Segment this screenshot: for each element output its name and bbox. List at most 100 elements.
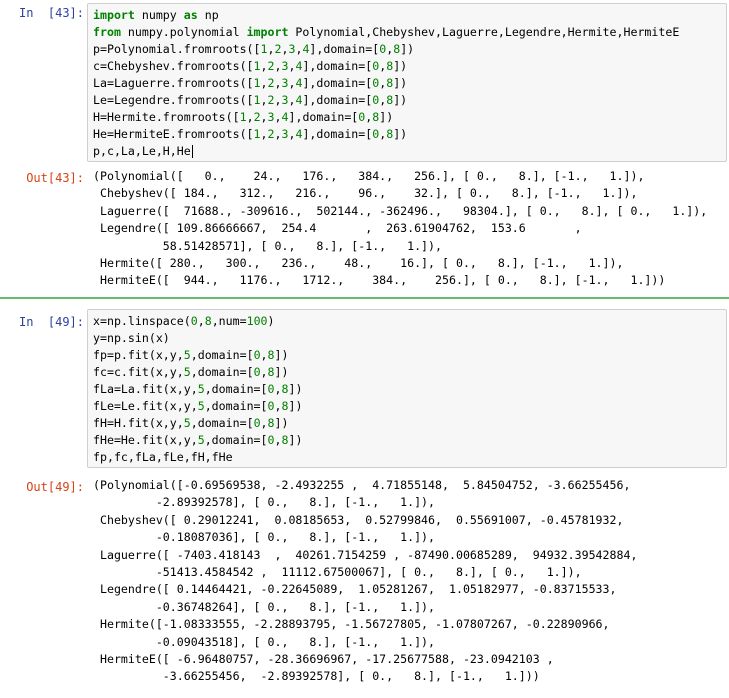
text-cursor bbox=[191, 145, 193, 158]
code-editor[interactable]: x=np.linspace(0,8,num=100) y=np.sin(x) fp=… bbox=[93, 313, 721, 466]
code-token: 1 bbox=[253, 59, 261, 73]
code-token: 1 bbox=[260, 42, 268, 56]
code-token: ]) bbox=[274, 365, 289, 379]
code-token: ,domain=[ bbox=[190, 348, 254, 362]
notebook-cell-43[interactable]: In [43]: import numpy as np from numpy.po… bbox=[0, 0, 729, 295]
code-token: as bbox=[183, 8, 198, 22]
code-input-area[interactable]: import numpy as np from numpy.polynomial … bbox=[87, 3, 727, 162]
code-token: 2 bbox=[267, 76, 275, 90]
code-token: ,domain=[ bbox=[204, 399, 268, 413]
code-token: , bbox=[274, 110, 282, 124]
code-token: 0 bbox=[267, 399, 275, 413]
output-line: HermiteE([ -6.96480757, -28.36696967, -1… bbox=[93, 652, 554, 666]
code-token: 2 bbox=[253, 110, 261, 124]
code-token: ]) bbox=[288, 433, 303, 447]
output-line: -3.66255456, -2.89392578], [ 0., 8.], [-… bbox=[93, 669, 540, 684]
code-token: , bbox=[260, 416, 268, 430]
code-token: , bbox=[260, 365, 268, 379]
code-line[interactable]: from numpy.polynomial import Polynomial,… bbox=[93, 24, 721, 41]
code-editor[interactable]: import numpy as np from numpy.polynomial … bbox=[93, 7, 721, 160]
output-line: HermiteE([ 944., 1176., 1712., 384., 256… bbox=[93, 273, 666, 288]
code-line[interactable]: p=Polynomial.fromroots([1,2,3,4],domain=… bbox=[93, 41, 721, 58]
code-token: fLe=Le.fit(x,y, bbox=[93, 399, 198, 413]
code-line[interactable]: fH=H.fit(x,y,5,domain=[0,8]) bbox=[93, 415, 721, 432]
code-token: , bbox=[260, 93, 268, 107]
code-token: np bbox=[197, 8, 219, 22]
output-line: Hermite([ 280., 300., 236., 48., 16.], [… bbox=[93, 256, 624, 270]
code-token: fp,fc,fLa,fLe,fH,fHe bbox=[93, 450, 233, 464]
output-prompt: Out[49]: bbox=[26, 480, 84, 494]
code-token: ]) bbox=[288, 382, 303, 396]
code-input-area[interactable]: x=np.linspace(0,8,num=100) y=np.sin(x) fp=… bbox=[87, 309, 727, 468]
code-token: 5 bbox=[183, 348, 191, 362]
code-token: 0 bbox=[267, 433, 275, 447]
code-token: ,domain=[ bbox=[204, 433, 268, 447]
code-token: fLa=La.fit(x,y, bbox=[93, 382, 198, 396]
code-token: 8 bbox=[204, 314, 212, 328]
code-token: y=np.sin(x) bbox=[93, 331, 170, 345]
code-token: ]) bbox=[379, 110, 394, 124]
output-line: -0.36748264], [ 0., 8.], [-1., 1.]), bbox=[93, 599, 436, 614]
code-token: 2 bbox=[267, 93, 275, 107]
code-token: ,domain=[ bbox=[190, 416, 254, 430]
input-prompt: In [49]: bbox=[18, 315, 84, 329]
code-token: ]) bbox=[274, 416, 289, 430]
code-token: ) bbox=[267, 314, 275, 328]
notebook-cell-49[interactable]: In [49]: x=np.linspace(0,8,num=100) y=np.… bbox=[0, 300, 729, 698]
code-line[interactable]: fc=c.fit(x,y,5,domain=[0,8]) bbox=[93, 364, 721, 381]
code-token: La=Laguerre.fromroots([ bbox=[93, 76, 254, 90]
code-token: , bbox=[260, 59, 268, 73]
code-token: 1 bbox=[253, 93, 261, 107]
code-token: 8 bbox=[267, 416, 275, 430]
code-token: 1 bbox=[239, 110, 247, 124]
code-token: , bbox=[260, 76, 268, 90]
output-line: (Polynomial([ 0., 24., 176., 384., 256.]… bbox=[93, 169, 645, 183]
code-token: , bbox=[260, 127, 268, 141]
code-token: , bbox=[246, 110, 254, 124]
code-token: ],domain=[ bbox=[288, 110, 359, 124]
code-token: ],domain=[ bbox=[309, 42, 380, 56]
code-token: H=Hermite.fromroots([ bbox=[93, 110, 240, 124]
code-line[interactable]: import numpy as np bbox=[93, 7, 721, 24]
code-line[interactable]: y=np.sin(x) bbox=[93, 330, 721, 347]
code-token: 0 bbox=[253, 348, 261, 362]
code-line[interactable]: fLa=La.fit(x,y,5,domain=[0,8]) bbox=[93, 381, 721, 398]
code-token: , bbox=[260, 348, 268, 362]
output-line: Chebyshev([ 0.29012241, 0.08185653, 0.52… bbox=[93, 512, 624, 527]
code-token: ],domain=[ bbox=[302, 76, 373, 90]
code-line[interactable]: fp,fc,fLa,fLe,fH,fHe bbox=[93, 449, 721, 466]
code-line[interactable]: c=Chebyshev.fromroots([1,2,3,4],domain=[… bbox=[93, 58, 721, 75]
code-token: 5 bbox=[183, 365, 191, 379]
code-line[interactable]: Le=Legendre.fromroots([1,2,3,4],domain=[… bbox=[93, 92, 721, 109]
code-token: fc=c.fit(x,y, bbox=[93, 365, 184, 379]
code-token: numpy bbox=[134, 8, 184, 22]
code-token: from bbox=[93, 25, 121, 39]
code-token: p,c,La,Le,H,He bbox=[93, 144, 191, 158]
code-line[interactable]: He=HermiteE.fromroots([1,2,3,4],domain=[… bbox=[93, 126, 721, 143]
code-token: , bbox=[197, 314, 205, 328]
code-token: ]) bbox=[288, 399, 303, 413]
output-line: -0.09043518], [ 0., 8.], [-1., 1.]), bbox=[93, 634, 436, 649]
code-line[interactable]: p,c,La,Le,H,He bbox=[93, 143, 721, 160]
code-line[interactable]: fHe=He.fit(x,y,5,domain=[0,8]) bbox=[93, 432, 721, 449]
code-token: ],domain=[ bbox=[302, 59, 373, 73]
code-token: 0 bbox=[190, 314, 198, 328]
code-token: ]) bbox=[274, 348, 289, 362]
code-line[interactable]: fp=p.fit(x,y,5,domain=[0,8]) bbox=[93, 347, 721, 364]
code-token: 0 bbox=[253, 416, 261, 430]
code-token: ]) bbox=[393, 93, 408, 107]
output-line: Laguerre([ -7403.418143 , 40261.7154259 … bbox=[93, 547, 638, 562]
code-token: 5 bbox=[197, 399, 205, 413]
code-line[interactable]: fLe=Le.fit(x,y,5,domain=[0,8]) bbox=[93, 398, 721, 415]
code-line[interactable]: La=Laguerre.fromroots([1,2,3,4],domain=[… bbox=[93, 75, 721, 92]
output-line: Hermite([-1.08333555, -2.28893795, -1.56… bbox=[93, 617, 610, 632]
output-line: (Polynomial([-0.69569538, -2.4932255 , 4… bbox=[93, 478, 631, 492]
output-line: 58.51428571], [ 0., 8.], [-1., 1.]), bbox=[93, 238, 443, 253]
output-line: -2.89392578], [ 0., 8.], [-1., 1.]), bbox=[93, 495, 436, 510]
code-line[interactable]: H=Hermite.fromroots([1,2,3,4],domain=[0,… bbox=[93, 109, 721, 126]
output-line: -0.18087036], [ 0., 8.], [-1., 1.]), bbox=[93, 530, 436, 545]
code-token: 1 bbox=[253, 76, 261, 90]
code-token: , bbox=[267, 42, 275, 56]
code-token: 0 bbox=[267, 382, 275, 396]
code-line[interactable]: x=np.linspace(0,8,num=100) bbox=[93, 313, 721, 330]
